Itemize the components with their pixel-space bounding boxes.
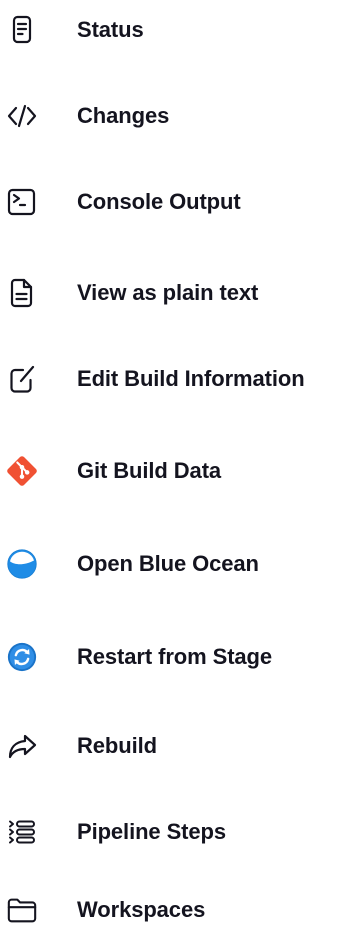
- file-text-icon: [6, 277, 38, 309]
- task-label: Pipeline Steps: [77, 819, 226, 844]
- task-label: Changes: [77, 103, 170, 128]
- task-git-build-data[interactable]: Git Build Data: [0, 441, 358, 501]
- task-label: Status: [77, 17, 144, 42]
- task-label: Edit Build Information: [77, 366, 305, 391]
- task-label: Open Blue Ocean: [77, 551, 259, 576]
- edit-icon: [6, 363, 38, 395]
- task-view-plain-text[interactable]: View as plain text: [0, 263, 358, 323]
- code-icon: [6, 100, 38, 132]
- task-status[interactable]: Status: [0, 0, 358, 60]
- task-pipeline-steps[interactable]: Pipeline Steps: [0, 802, 358, 862]
- rebuild-arrow-icon: [6, 730, 38, 762]
- task-changes[interactable]: Changes: [0, 86, 358, 146]
- task-rebuild[interactable]: Rebuild: [0, 716, 358, 776]
- task-label: Rebuild: [77, 733, 157, 758]
- task-console-output[interactable]: Console Output: [0, 172, 358, 232]
- task-label: Restart from Stage: [77, 644, 273, 669]
- task-open-blue-ocean[interactable]: Open Blue Ocean: [0, 534, 358, 594]
- build-task-list: Status Changes Console Output View as pl…: [0, 0, 358, 945]
- task-label: View as plain text: [77, 280, 259, 305]
- pipeline-steps-icon: [6, 816, 38, 848]
- task-restart-from-stage[interactable]: Restart from Stage: [0, 627, 358, 687]
- terminal-icon: [6, 186, 38, 218]
- task-label: Console Output: [77, 189, 241, 214]
- document-lines-icon: [6, 14, 38, 46]
- task-edit-build-information[interactable]: Edit Build Information: [0, 349, 358, 409]
- folder-icon: [6, 894, 38, 926]
- restart-icon: [6, 641, 38, 673]
- task-label: Workspaces: [77, 897, 206, 922]
- task-workspaces[interactable]: Workspaces: [0, 880, 358, 940]
- git-logo-icon: [6, 455, 38, 487]
- task-label: Git Build Data: [77, 458, 222, 483]
- blue-ocean-icon: [6, 548, 38, 580]
